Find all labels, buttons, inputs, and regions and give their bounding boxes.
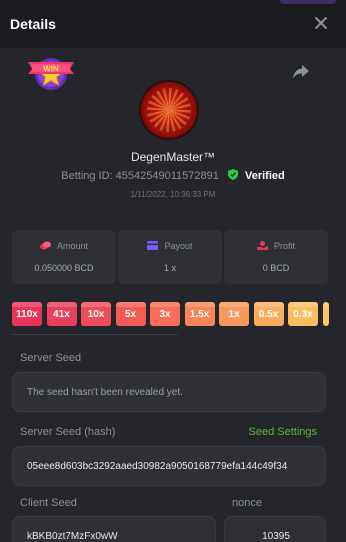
avatar[interactable] — [141, 82, 197, 138]
multiplier-chip: 41x — [46, 302, 77, 326]
amount-label: Amount — [56, 241, 89, 251]
multiplier-chip — [322, 302, 329, 326]
multiplier-chip: 1x — [219, 302, 249, 326]
multiplier-chip: 1.5x — [184, 302, 215, 326]
dialog-title: Details — [10, 16, 56, 32]
close-icon — [315, 17, 327, 29]
multiplier-chip: 10x — [81, 302, 111, 326]
server-seed-label: Server Seed — [20, 352, 82, 364]
amount-coins-icon — [39, 241, 51, 250]
svg-text:WIN: WIN — [43, 65, 59, 74]
share-button[interactable] — [292, 64, 310, 80]
server-seed-value: The seed hasn't been revealed yet. — [27, 387, 183, 398]
amount-card: Amount 0.050000 BCD — [12, 230, 116, 284]
multiplier-chip: 5x — [115, 302, 146, 326]
client-seed-label: Client Seed — [20, 497, 77, 509]
payout-card-icon — [147, 241, 159, 250]
server-seed-field[interactable]: The seed hasn't been revealed yet. — [12, 372, 326, 412]
payout-label: Payout — [164, 241, 193, 251]
betting-id-value: 4554254901157289​1 — [115, 170, 219, 182]
betting-id-row: Betting ID: 4554254901157289​1 Verified — [0, 169, 346, 182]
corner-accent — [280, 0, 336, 4]
payout-value: 1 x — [163, 263, 176, 273]
payout-card: Payout 1 x — [118, 230, 222, 284]
multiplier-chip: 0.3x — [288, 302, 318, 326]
server-seed-hash-value: 05eee8d603bc3292aaed30982a9050168779efa1… — [27, 461, 288, 472]
server-seed-hash-field[interactable]: 05eee8d603bc3292aaed30982a9050168779efa1… — [12, 446, 326, 486]
multiplier-chip: 110x — [12, 302, 42, 326]
profit-label: Profit — [273, 241, 295, 251]
nonce-value: 10395 — [262, 531, 290, 542]
multiplier-chip: 3x — [150, 302, 180, 326]
win-badge-icon: WIN — [22, 52, 80, 92]
multiplier-strip: 110x 41x 10x 5x 3x 1.5x 1x 0.5x 0.3x — [12, 302, 346, 328]
seed-settings-link[interactable]: Seed Settings — [249, 426, 318, 438]
profit-value: 0 BCD — [262, 263, 290, 273]
client-seed-field[interactable]: kBKB0zt7MzFx0wW — [12, 516, 216, 542]
close-button[interactable] — [312, 14, 330, 32]
strip-divider — [12, 334, 178, 335]
verified-label: Verified — [244, 170, 285, 182]
details-header: Details — [0, 0, 346, 48]
verified-shield-icon — [227, 169, 238, 180]
nonce-label: nonce — [232, 497, 262, 509]
server-seed-hash-label: Server Seed (hash) — [20, 426, 116, 438]
profit-hand-coin-icon — [256, 241, 268, 250]
profit-card: Profit 0 BCD — [224, 230, 328, 284]
bet-timestamp: 1/11/2022, 10:36:33 PM — [130, 190, 216, 199]
multiplier-chip: 0.5x — [253, 302, 284, 326]
share-arrow-icon — [293, 65, 309, 79]
betting-id-label: Betting ID: — [61, 170, 113, 182]
amount-value: 0.050000 BCD — [34, 263, 94, 273]
nonce-field[interactable]: 10395 — [224, 516, 326, 542]
username[interactable]: DegenMaster™ — [0, 150, 346, 164]
client-seed-value: kBKB0zt7MzFx0wW — [27, 531, 118, 542]
